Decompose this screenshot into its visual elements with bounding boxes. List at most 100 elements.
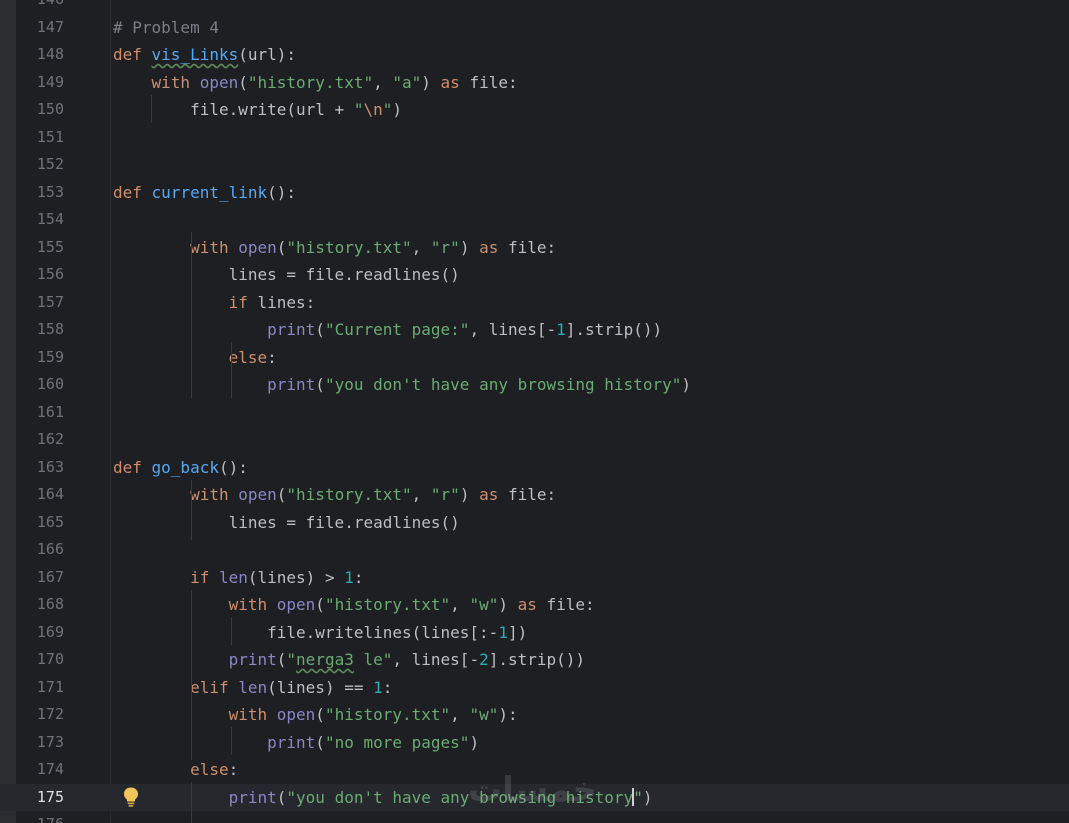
line-number[interactable]: 166: [16, 536, 64, 564]
line-number[interactable]: 176: [16, 811, 64, 823]
code-line[interactable]: 166: [0, 536, 1069, 564]
code-text[interactable]: file.write(url + "\n"): [113, 96, 402, 124]
code-line[interactable]: 164 with open("history.txt", "r") as fil…: [0, 481, 1069, 509]
code-line[interactable]: 159 else:: [0, 344, 1069, 372]
code-line[interactable]: 163 def go_back():: [0, 454, 1069, 482]
line-number[interactable]: 171: [16, 674, 64, 702]
line-number[interactable]: 165: [16, 509, 64, 537]
code-token: def: [113, 45, 152, 64]
code-text[interactable]: with open("history.txt", "w") as file:: [113, 591, 595, 619]
code-line[interactable]: 162: [0, 426, 1069, 454]
code-line[interactable]: 176: [0, 811, 1069, 823]
code-text[interactable]: with open("history.txt", "a") as file:: [113, 69, 518, 97]
code-line[interactable]: 160 print("you don't have any browsing h…: [0, 371, 1069, 399]
code-line[interactable]: 150 file.write(url + "\n"): [0, 96, 1069, 124]
code-line[interactable]: 171 elif len(lines) == 1:: [0, 674, 1069, 702]
code-editor[interactable]: 146147# Problem 4148def vis_Links(url):1…: [0, 0, 1069, 823]
code-text[interactable]: with open("history.txt", "r") as file:: [113, 481, 556, 509]
code-line[interactable]: 146: [0, 0, 1069, 14]
code-line[interactable]: 167 if len(lines) > 1:: [0, 564, 1069, 592]
line-number[interactable]: 167: [16, 564, 64, 592]
line-number[interactable]: 158: [16, 316, 64, 344]
code-token: go_back: [151, 457, 219, 477]
line-number[interactable]: 172: [16, 701, 64, 729]
code-text[interactable]: with open("history.txt", "r") as file:: [113, 234, 556, 262]
code-text[interactable]: print("nerga3 le", lines[-2].strip()): [113, 646, 585, 674]
code-line[interactable]: 172 with open("history.txt", "w"):: [0, 701, 1069, 729]
code-text[interactable]: else:: [113, 344, 277, 372]
line-number[interactable]: 149: [16, 69, 64, 97]
code-line[interactable]: 156 lines = file.readlines(): [0, 261, 1069, 289]
code-line[interactable]: 154: [0, 206, 1069, 234]
code-text[interactable]: print("you don't have any browsing histo…: [113, 784, 652, 812]
line-number[interactable]: 159: [16, 344, 64, 372]
code-line[interactable]: 173 print("no more pages"): [0, 729, 1069, 757]
code-token: ,: [450, 595, 470, 614]
code-line[interactable]: 153 def current_link():: [0, 179, 1069, 207]
code-text[interactable]: print("you don't have any browsing histo…: [113, 371, 691, 399]
code-token: 1: [344, 567, 354, 587]
line-number[interactable]: 175: [16, 784, 64, 812]
code-text[interactable]: print("Current page:", lines[-1].strip()…: [113, 316, 662, 344]
line-number[interactable]: 162: [16, 426, 64, 454]
code-text[interactable]: print("no more pages"): [113, 729, 479, 757]
line-number[interactable]: 152: [16, 151, 64, 179]
code-line[interactable]: 148 def vis_Links(url):: [0, 41, 1069, 69]
code-text[interactable]: lines = file.readlines(): [113, 261, 460, 289]
code-line[interactable]: 147 # Problem 4: [0, 14, 1069, 42]
indent-guide: [191, 590, 192, 760]
code-token: print: [267, 732, 316, 752]
code-line[interactable]: 169 file.writelines(lines[:-1]): [0, 619, 1069, 647]
code-text[interactable]: with open("history.txt", "w"):: [113, 701, 518, 729]
code-text[interactable]: if lines:: [113, 289, 316, 317]
code-token: (: [315, 705, 325, 724]
code-text[interactable]: def current_link():: [113, 179, 296, 207]
code-token: (: [276, 237, 287, 257]
code-text[interactable]: lines = file.readlines(): [113, 509, 460, 537]
line-number[interactable]: 163: [16, 454, 64, 482]
current-code-line[interactable]: 175 print("you don't have any browsing h…: [0, 783, 1069, 812]
code-line[interactable]: 161: [0, 399, 1069, 427]
code-text[interactable]: file.writelines(lines[:-1]): [113, 619, 527, 647]
code-text[interactable]: if len(lines) > 1:: [113, 564, 363, 592]
line-number[interactable]: 157: [16, 289, 64, 317]
code-text[interactable]: # Problem 4: [113, 14, 219, 42]
code-token: (: [276, 787, 287, 807]
code-line[interactable]: 149 with open("history.txt", "a") as fil…: [0, 69, 1069, 97]
line-number[interactable]: 151: [16, 124, 64, 152]
code-token: vis_Links: [151, 45, 239, 64]
code-line[interactable]: 170 print("nerga3 le", lines[-2].strip()…: [0, 646, 1069, 674]
line-number[interactable]: 147: [16, 14, 64, 42]
code-text[interactable]: else:: [113, 756, 238, 784]
code-line[interactable]: 152: [0, 151, 1069, 179]
line-number[interactable]: 164: [16, 481, 64, 509]
line-number[interactable]: 160: [16, 371, 64, 399]
line-number[interactable]: 168: [16, 591, 64, 619]
line-number[interactable]: 173: [16, 729, 64, 757]
line-number[interactable]: 174: [16, 756, 64, 784]
line-number[interactable]: 148: [16, 41, 64, 69]
code-line[interactable]: 174 else:: [0, 756, 1069, 784]
line-number[interactable]: 154: [16, 206, 64, 234]
line-number[interactable]: 146: [16, 0, 64, 14]
code-line[interactable]: 158 print("Current page:", lines[-1].str…: [0, 316, 1069, 344]
code-line[interactable]: 168 with open("history.txt", "w") as fil…: [0, 591, 1069, 619]
code-text[interactable]: def vis_Links(url):: [113, 41, 296, 69]
code-line[interactable]: 157 if lines:: [0, 289, 1069, 317]
line-number[interactable]: 169: [16, 619, 64, 647]
code-line[interactable]: 155 with open("history.txt", "r") as fil…: [0, 234, 1069, 262]
line-number[interactable]: 150: [16, 96, 64, 124]
line-number[interactable]: 161: [16, 399, 64, 427]
line-number[interactable]: 156: [16, 261, 64, 289]
line-number[interactable]: 153: [16, 179, 64, 207]
code-text[interactable]: elif len(lines) == 1:: [113, 674, 392, 702]
code-line[interactable]: 165 lines = file.readlines(): [0, 509, 1069, 537]
lightbulb-icon[interactable]: [122, 786, 140, 808]
code-line[interactable]: 151: [0, 124, 1069, 152]
line-number[interactable]: 170: [16, 646, 64, 674]
line-number[interactable]: 155: [16, 234, 64, 262]
code-text[interactable]: def go_back():: [113, 454, 248, 482]
code-token: le": [353, 650, 393, 669]
